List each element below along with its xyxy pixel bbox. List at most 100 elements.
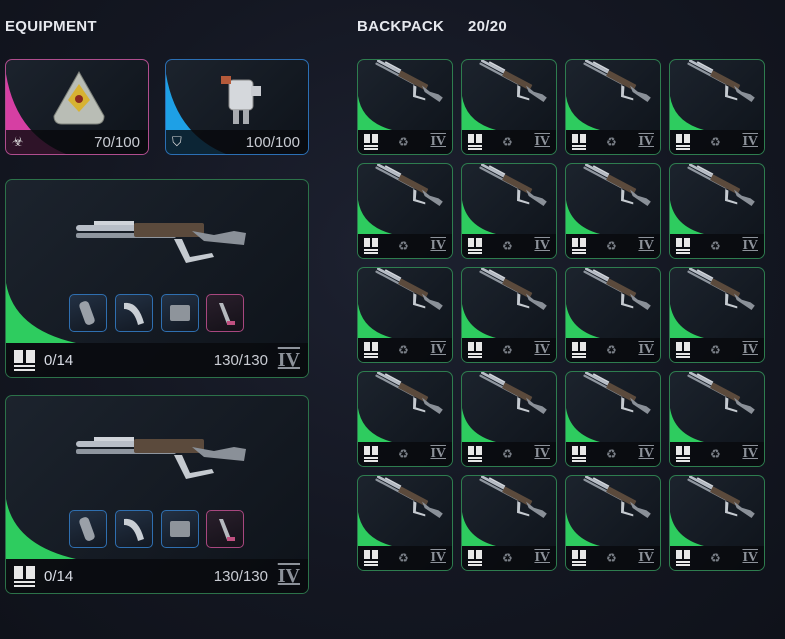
backpack-item[interactable]: ♻ IV: [565, 59, 661, 155]
item-status-bar: ♻ IV: [462, 546, 556, 570]
backpack-item[interactable]: ♻ IV: [565, 163, 661, 259]
recycle-icon: ♻: [502, 135, 513, 149]
item-status-bar: ♻ IV: [566, 130, 660, 154]
armor-status-bar: ☣ 70/100: [6, 130, 148, 154]
attachment-slot-3[interactable]: [161, 510, 199, 548]
backpack-item[interactable]: ♻ IV: [461, 59, 557, 155]
item-status-bar: ♻ IV: [566, 442, 660, 466]
attachment-slot-1[interactable]: [69, 510, 107, 548]
rarity-wedge: [670, 512, 704, 546]
rarity-wedge: [670, 200, 704, 234]
tier-badge: IV: [430, 446, 446, 461]
ammo-icon: [572, 446, 586, 462]
attachment-slot-4[interactable]: [206, 510, 244, 548]
recycle-icon: ♻: [398, 447, 409, 461]
rarity-wedge: [462, 96, 496, 130]
backpack-item[interactable]: ♻ IV: [669, 267, 765, 363]
armor-vest-image: [53, 70, 105, 125]
tier-badge: IV: [430, 342, 446, 357]
backpack-item[interactable]: ♻ IV: [357, 475, 453, 571]
tier-badge: IV: [534, 238, 550, 253]
barrel-icon: [79, 301, 95, 325]
ammo-icon: [676, 134, 690, 150]
stock-icon: [124, 518, 144, 541]
tier-badge: IV: [430, 134, 446, 149]
item-status-bar: ♻ IV: [670, 338, 764, 362]
attachment-slot-2[interactable]: [115, 294, 153, 332]
ammo-icon: [468, 238, 482, 254]
item-status-bar: ♻ IV: [358, 546, 452, 570]
ammo-icon: [572, 550, 586, 566]
backpack-item[interactable]: ♻ IV: [565, 475, 661, 571]
backpack-item[interactable]: ♻ IV: [357, 163, 453, 259]
tier-badge: IV: [638, 238, 654, 253]
ammo-icon: [676, 238, 690, 254]
backpack-item[interactable]: ♻ IV: [565, 371, 661, 467]
helmet-status-bar: ⛉ 100/100: [166, 130, 308, 154]
tier-badge: IV: [742, 238, 758, 253]
weapon-image: [74, 421, 254, 496]
ammo-icon: [676, 342, 690, 358]
backpack-item[interactable]: ♻ IV: [461, 475, 557, 571]
attachment-slot-4[interactable]: [206, 294, 244, 332]
ammo-icon: [468, 446, 482, 462]
rarity-wedge: [358, 304, 392, 338]
recycle-icon: ♻: [398, 551, 409, 565]
attachment-slot-1[interactable]: [69, 294, 107, 332]
helmet-durability: 100/100: [245, 133, 300, 151]
equipment-title: EQUIPMENT: [5, 18, 97, 35]
backpack-item[interactable]: ♻ IV: [357, 59, 453, 155]
rarity-wedge: [462, 512, 496, 546]
rarity-wedge: [566, 512, 600, 546]
item-status-bar: ♻ IV: [670, 130, 764, 154]
recycle-icon: ♻: [710, 239, 721, 253]
backpack-item[interactable]: ♻ IV: [669, 163, 765, 259]
rarity-wedge: [358, 408, 392, 442]
backpack-item[interactable]: ♻ IV: [565, 267, 661, 363]
backpack-item[interactable]: ♻ IV: [461, 163, 557, 259]
tier-badge: IV: [638, 550, 654, 565]
tier-badge: IV: [742, 550, 758, 565]
recycle-icon: ♻: [606, 447, 617, 461]
rarity-wedge: [566, 304, 600, 338]
backpack-item[interactable]: ♻ IV: [461, 371, 557, 467]
tier-badge: IV: [430, 238, 446, 253]
recycle-icon: ♻: [398, 239, 409, 253]
armor-durability: 70/100: [94, 133, 140, 151]
attachment-slot-2[interactable]: [115, 510, 153, 548]
backpack-item[interactable]: ♻ IV: [357, 371, 453, 467]
backpack-item[interactable]: ♻ IV: [461, 267, 557, 363]
recycle-icon: ♻: [606, 551, 617, 565]
tier-badge: IV: [277, 348, 300, 371]
rarity-wedge: [358, 200, 392, 234]
scope-icon: [219, 519, 235, 541]
rarity-wedge: [462, 200, 496, 234]
ammo-icon: [676, 446, 690, 462]
backpack-item[interactable]: ♻ IV: [357, 267, 453, 363]
ammo-icon: [14, 350, 35, 371]
scope-icon: [219, 303, 235, 325]
recycle-icon: ♻: [606, 239, 617, 253]
tier-badge: IV: [638, 134, 654, 149]
item-status-bar: ♻ IV: [462, 234, 556, 258]
ammo-icon: [364, 342, 378, 358]
weapon-slot-1[interactable]: 0/14 130/130 IV: [5, 179, 309, 378]
attachment-slot-3[interactable]: [161, 294, 199, 332]
weapon-durability: 130/130: [213, 351, 268, 369]
weapon-slot-2[interactable]: 0/14 130/130 IV: [5, 395, 309, 594]
weapon-durability: 130/130: [213, 567, 268, 585]
recycle-icon: ♻: [398, 135, 409, 149]
backpack-item[interactable]: ♻ IV: [669, 371, 765, 467]
backpack-title: BACKPACK: [357, 18, 445, 35]
armor-slot[interactable]: ☣ 70/100: [5, 59, 149, 155]
helmet-slot[interactable]: ⛉ 100/100: [165, 59, 309, 155]
backpack-item[interactable]: ♻ IV: [669, 59, 765, 155]
ammo-icon: [468, 134, 482, 150]
tier-badge: IV: [430, 550, 446, 565]
tier-badge: IV: [534, 550, 550, 565]
item-status-bar: ♻ IV: [358, 234, 452, 258]
item-status-bar: ♻ IV: [358, 338, 452, 362]
stock-icon: [124, 302, 144, 325]
item-status-bar: ♻ IV: [566, 546, 660, 570]
backpack-item[interactable]: ♻ IV: [669, 475, 765, 571]
